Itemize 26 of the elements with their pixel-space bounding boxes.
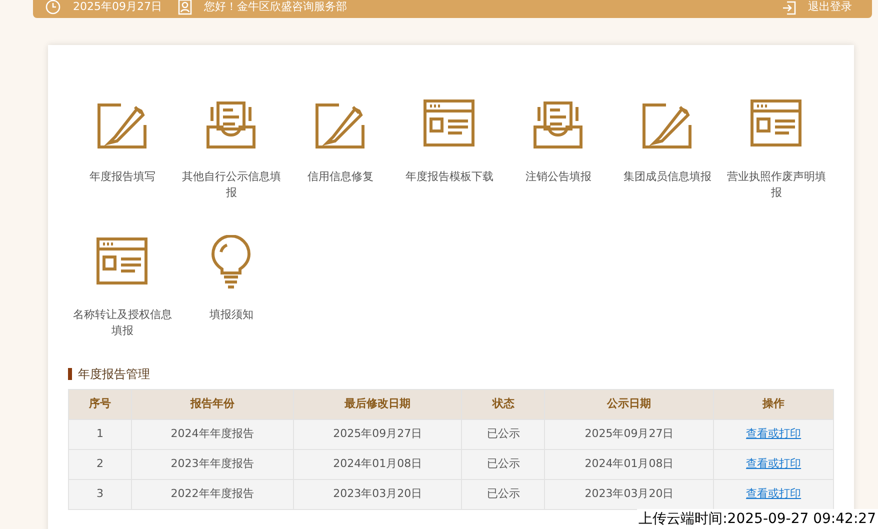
service-link[interactable]: 名称转让及授权信息填报 <box>68 307 177 339</box>
section-marker <box>68 368 72 380</box>
section-title: 年度报告管理 <box>78 366 150 383</box>
service-link[interactable]: 年度报告模板下载 <box>395 169 504 185</box>
logout-icon[interactable] <box>782 1 796 15</box>
greeting-text: 您好！金牛区欣盛咨询服务部 <box>204 0 347 14</box>
table-cell: 3 <box>68 480 132 510</box>
service-link[interactable]: 年度报告填写 <box>68 169 177 185</box>
date-text: 2025年09月27日 <box>73 0 162 14</box>
service-link[interactable]: 集团成员信息填报 <box>613 169 722 185</box>
column-header: 报告年份 <box>131 390 294 420</box>
clock-icon <box>45 0 61 15</box>
column-header: 最后修改日期 <box>293 390 462 420</box>
service-link[interactable]: 其他自行公示信息填报 <box>177 169 286 201</box>
service-link[interactable]: 营业执照作废声明填报 <box>722 169 831 201</box>
table-cell: 2023年03月20日 <box>293 480 462 510</box>
column-header: 操作 <box>714 390 834 420</box>
table-cell: 已公示 <box>462 480 545 510</box>
service-link[interactable]: 填报须知 <box>177 307 286 323</box>
column-header: 序号 <box>68 390 132 420</box>
user-icon <box>178 0 192 15</box>
service-link[interactable]: 注销公告填报 <box>504 169 613 185</box>
column-header: 公示日期 <box>544 390 714 420</box>
table-cell: 2022年年度报告 <box>131 480 294 510</box>
upload-time-text: 上传云端时间:2025-09-27 09:42:27 <box>636 509 878 529</box>
service-link[interactable]: 信用信息修复 <box>286 169 395 185</box>
